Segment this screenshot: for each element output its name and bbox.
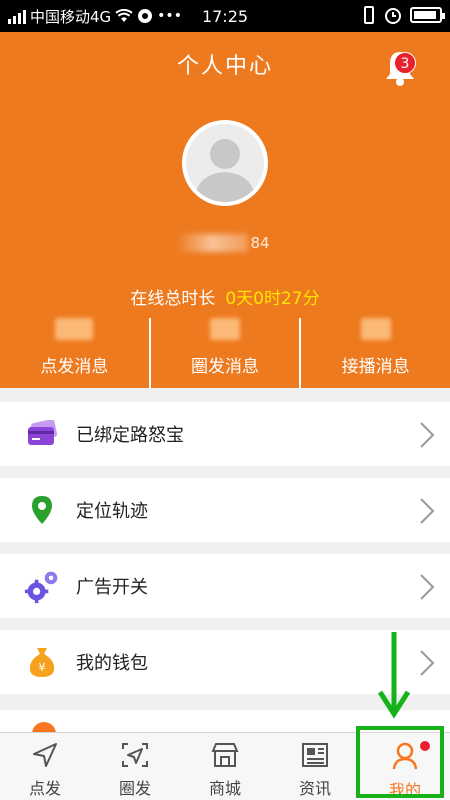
stat-point-messages[interactable]: 点发消息 (0, 318, 149, 388)
tab-label: 资讯 (298, 779, 331, 798)
tab-store[interactable]: 商城 (180, 733, 270, 800)
menu-item-bound-device[interactable]: 已绑定路怒宝 (0, 402, 450, 466)
menu-item-label: 定位轨迹 (76, 501, 148, 522)
stat-count-blurred (210, 318, 240, 340)
stat-label: 圈发消息 (191, 357, 259, 377)
username-blur-mask (176, 234, 248, 252)
default-avatar-icon (194, 139, 256, 202)
stat-label: 点发消息 (40, 357, 109, 377)
menu-item-location-track[interactable]: 定位轨迹 (0, 478, 450, 542)
online-duration-value: 0天0时27分 (225, 289, 320, 309)
chevron-right-icon (420, 422, 435, 448)
profile-header: 个人中心 3 84 在线总时长 0天0时27分 点发消息 圈发消息 接播消息 (0, 32, 450, 388)
location-pin-icon (24, 492, 60, 528)
online-duration-label: 在线总时长 (130, 289, 216, 309)
notifications-button[interactable]: 3 (386, 44, 426, 86)
stat-count-blurred (360, 318, 391, 340)
tab-label: 点发 (28, 779, 61, 798)
annotation-arrow (377, 632, 411, 719)
chevron-right-icon (420, 498, 435, 524)
annotation-highlight-box (356, 726, 444, 798)
notification-badge: 3 (394, 52, 416, 74)
money-bag-icon: ¥ (24, 644, 60, 680)
status-bar: 中国移动4G ••• 17:25 (0, 0, 450, 32)
tab-label: 商城 (208, 779, 241, 798)
stat-label: 接播消息 (341, 357, 410, 377)
card-icon (24, 416, 60, 452)
stat-circle-messages[interactable]: 圈发消息 (148, 318, 300, 388)
chevron-right-icon (420, 574, 435, 600)
circle-send-icon (122, 743, 148, 767)
stat-count-blurred (55, 318, 94, 340)
menu-item-ad-switch[interactable]: 广告开关 (0, 554, 450, 618)
menu-item-label: 广告开关 (76, 577, 148, 598)
store-icon (211, 743, 239, 767)
message-stats: 点发消息 圈发消息 接播消息 (0, 318, 450, 388)
online-duration: 在线总时长 0天0时27分 (0, 284, 450, 309)
avatar[interactable] (182, 120, 268, 206)
tab-circle-send[interactable]: 圈发 (90, 733, 180, 800)
gears-icon (24, 568, 60, 604)
menu-item-label: 已绑定路怒宝 (76, 425, 184, 446)
tab-point-send[interactable]: 点发 (0, 733, 90, 800)
news-icon (302, 743, 328, 767)
svg-text:¥: ¥ (39, 661, 46, 674)
battery-icon (410, 7, 445, 23)
send-icon (33, 743, 57, 767)
tab-news[interactable]: 资讯 (270, 733, 360, 800)
alarm-icon (385, 8, 401, 24)
vibrate-icon (364, 6, 374, 24)
stat-received-messages[interactable]: 接播消息 (299, 318, 450, 388)
menu-item-label: 我的钱包 (76, 653, 148, 674)
tab-label: 圈发 (118, 779, 151, 798)
chevron-right-icon (420, 650, 435, 676)
